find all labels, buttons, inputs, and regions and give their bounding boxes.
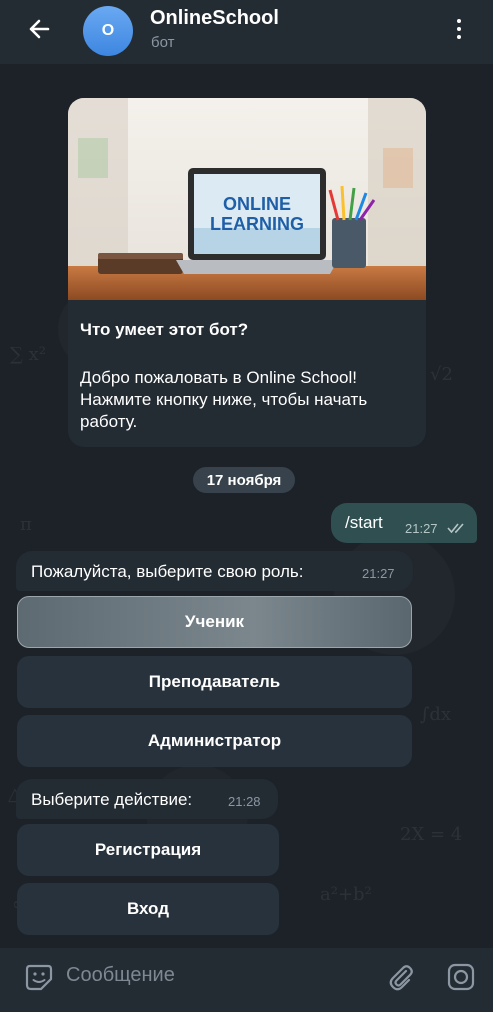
chat-header: O OnlineSchool бот xyxy=(0,0,493,64)
image-text-online: ONLINE xyxy=(223,194,291,214)
intro-heading: Что умеет этот бот? xyxy=(80,320,249,339)
online-learning-image: ONLINE LEARNING xyxy=(68,98,426,300)
message-input[interactable]: Сообщение xyxy=(66,964,175,987)
register-button[interactable]: Регистрация xyxy=(17,824,279,876)
role-button-teacher[interactable]: Преподаватель xyxy=(17,656,412,708)
paperclip-icon[interactable] xyxy=(386,962,416,992)
sticker-smile-icon[interactable] xyxy=(24,962,54,992)
intro-text: Добро пожаловать в Online School! Нажмит… xyxy=(80,368,368,431)
more-vertical-icon[interactable] xyxy=(452,17,466,45)
message-time: 21:28 xyxy=(228,794,261,809)
role-prompt-message[interactable]: Пожалуйста, выберите свою роль: 21:27 xyxy=(16,551,413,591)
date-separator: 17 ноября xyxy=(193,467,295,493)
double-check-icon xyxy=(447,523,464,534)
action-prompt-message[interactable]: Выберите действие: 21:28 xyxy=(16,779,278,819)
role-button-student[interactable]: Ученик xyxy=(17,596,412,648)
bot-intro-card: ONLINE LEARNING Что умеет этот бот? Добр… xyxy=(68,98,426,447)
message-time: 21:27 xyxy=(362,566,395,581)
avatar[interactable]: O xyxy=(83,6,133,56)
message-text: Выберите действие: xyxy=(31,790,193,809)
message-text: Пожалуйста, выберите свою роль: xyxy=(31,562,304,581)
image-text-learning: LEARNING xyxy=(210,214,304,234)
chat-subtitle: бот xyxy=(151,34,175,51)
message-time: 21:27 xyxy=(405,521,438,536)
role-button-admin[interactable]: Администратор xyxy=(17,715,412,767)
message-text: /start xyxy=(345,513,383,532)
chat-title[interactable]: OnlineSchool xyxy=(150,7,279,30)
back-arrow-icon[interactable] xyxy=(24,14,54,44)
camera-icon[interactable] xyxy=(446,962,476,992)
login-button[interactable]: Вход xyxy=(17,883,279,935)
outgoing-message[interactable]: /start 21:27 xyxy=(331,503,477,543)
